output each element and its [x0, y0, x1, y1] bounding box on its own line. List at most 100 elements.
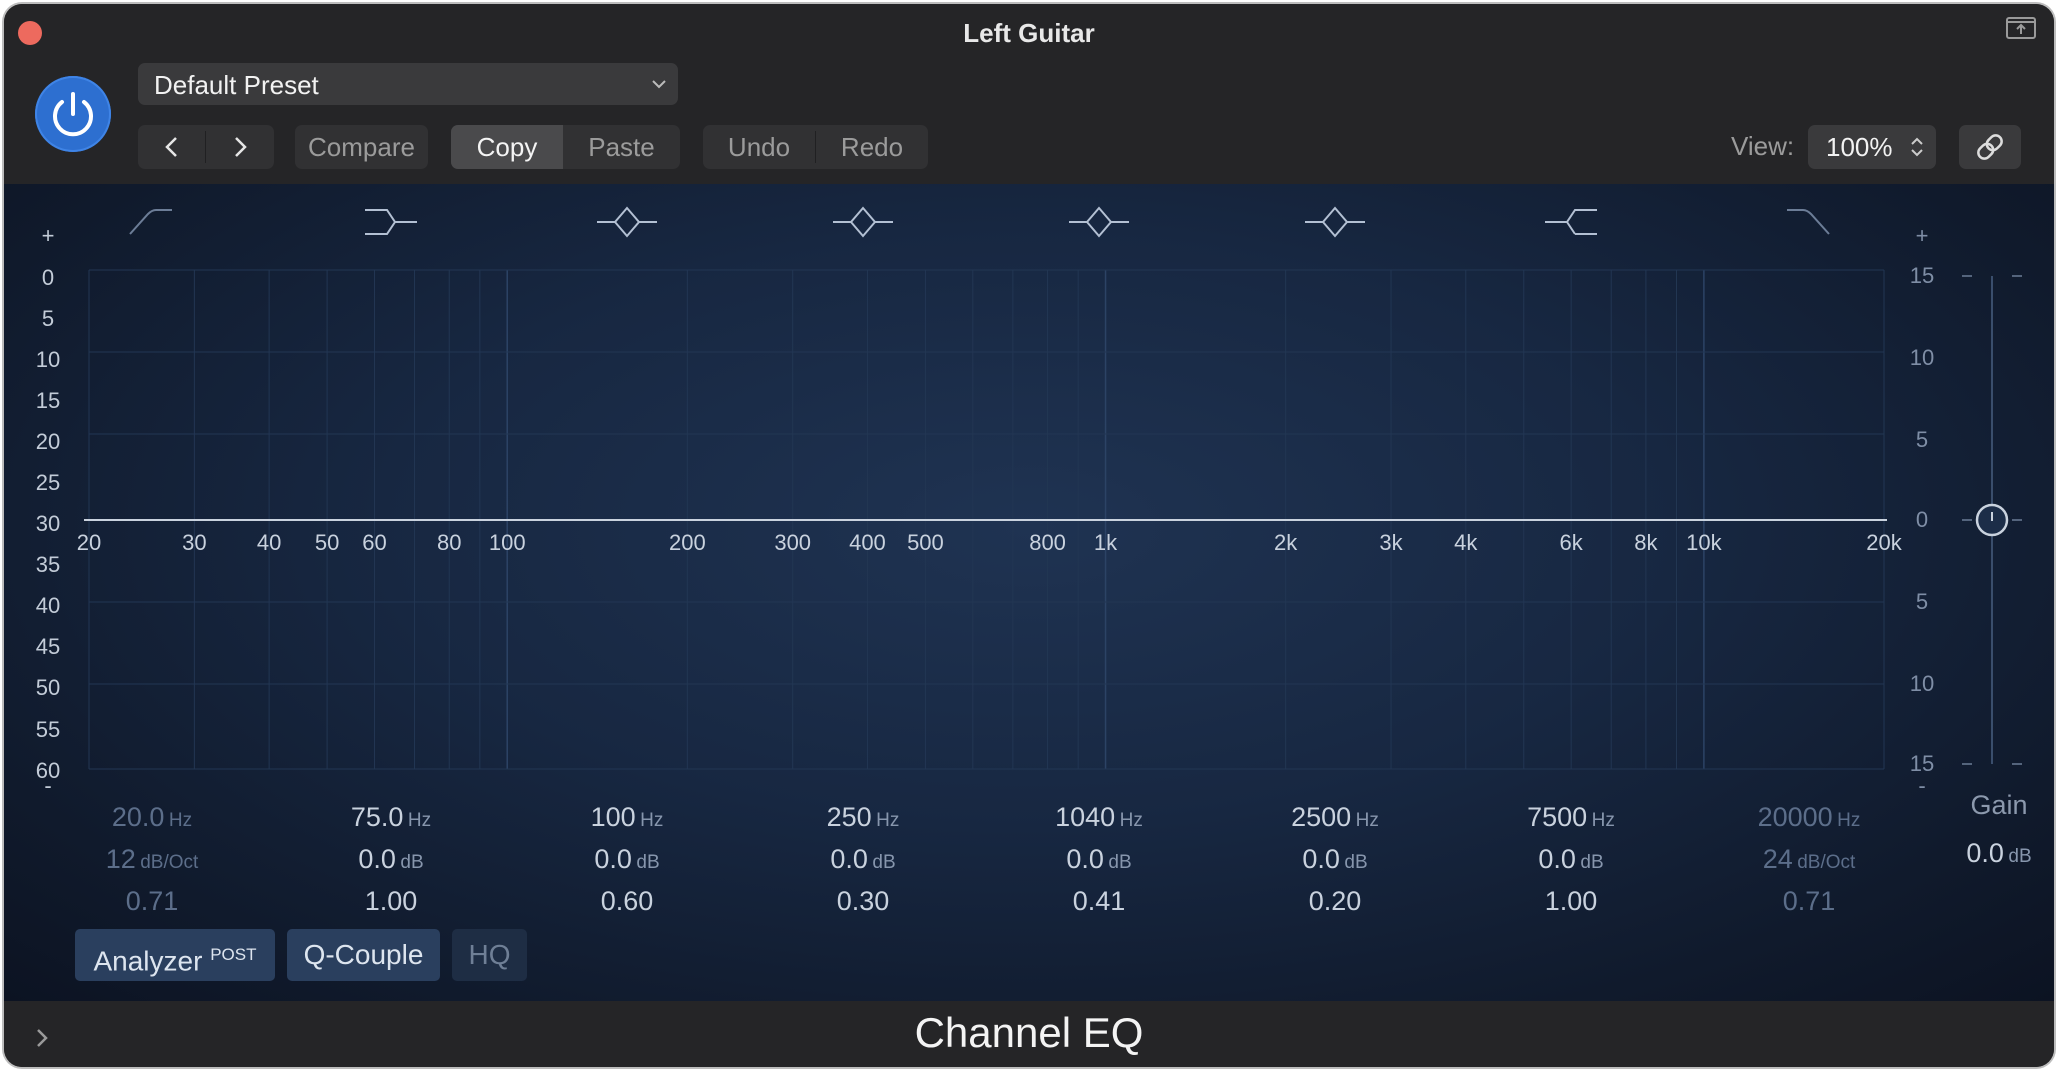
- frequency-label: 3k: [1379, 530, 1403, 555]
- band-gain[interactable]: 0.0 dB: [1461, 838, 1681, 880]
- band-icon-stroke: [833, 206, 893, 238]
- band-frequency-unit: Hz: [640, 810, 664, 831]
- gain-value-unit: dB: [2008, 846, 2032, 867]
- link-icon: [1977, 134, 2003, 160]
- band-gain[interactable]: 0.0 dB: [753, 838, 973, 880]
- prev-preset-button[interactable]: [138, 125, 205, 169]
- band-q[interactable]: 1.00: [1461, 880, 1681, 922]
- compare-button[interactable]: Compare: [295, 125, 428, 169]
- band-gain-value: 0.0: [830, 844, 868, 874]
- header: Left Guitar Default Preset Compare Copy …: [4, 4, 2054, 184]
- analyzer-mode-badge: POST: [210, 945, 257, 964]
- band-q[interactable]: 1.00: [281, 880, 501, 922]
- db-scale-label: 10: [35, 347, 61, 372]
- detach-window-icon[interactable]: [2006, 16, 2036, 40]
- compare-group: Compare: [295, 125, 428, 169]
- band-q[interactable]: 0.60: [517, 880, 737, 922]
- band-q[interactable]: 0.71: [42, 880, 262, 922]
- band-frequency-value: 20.0: [111, 802, 165, 832]
- bell-icon[interactable]: [1305, 206, 1365, 238]
- band-gain[interactable]: 0.0 dB: [1225, 838, 1445, 880]
- frequency-label: 100: [488, 530, 526, 555]
- next-preset-button[interactable]: [206, 125, 274, 169]
- frequency-label: 30: [182, 530, 207, 555]
- bell-icon[interactable]: [833, 206, 893, 238]
- chevron-left-icon: [165, 137, 177, 157]
- band-frequency[interactable]: 1040 Hz: [989, 796, 1209, 838]
- redo-button[interactable]: Redo: [816, 125, 928, 169]
- gain-scale-label[interactable]: +: [1897, 223, 1947, 249]
- bell-icon[interactable]: [597, 206, 657, 238]
- band-frequency-value: 1040: [1055, 802, 1116, 832]
- lowpass-icon[interactable]: [1787, 209, 1830, 235]
- frequency-label: 1k: [1093, 530, 1118, 555]
- band-icon-stroke: [597, 206, 657, 238]
- band-frequency[interactable]: 20000 Hz: [1699, 796, 1919, 838]
- band-5-parameters: 1040 Hz 0.0 dB 0.41: [989, 796, 1209, 922]
- view-zoom-stepper[interactable]: 100%: [1808, 125, 1936, 169]
- highpass-icon[interactable]: [129, 209, 172, 235]
- band-frequency[interactable]: 20.0 Hz: [42, 796, 262, 838]
- band-gain-value: 0.0: [358, 844, 396, 874]
- frequency-label: 60: [362, 530, 387, 555]
- band-frequency-unit: Hz: [1119, 810, 1143, 831]
- band-gain[interactable]: 24 dB/Oct: [1699, 838, 1919, 880]
- paste-button[interactable]: Paste: [563, 125, 680, 169]
- band-q-value: 0.41: [1072, 886, 1126, 916]
- analyzer-button[interactable]: Analyzer POST: [75, 929, 275, 981]
- db-scale-label: 40: [35, 593, 61, 618]
- band-q[interactable]: 0.20: [1225, 880, 1445, 922]
- band-q-value: 0.71: [1782, 886, 1836, 916]
- band-gain[interactable]: 12 dB/Oct: [42, 838, 262, 880]
- chevron-down-icon: [652, 80, 666, 89]
- lowshelf-icon[interactable]: [365, 209, 417, 235]
- band-icon-stroke: [129, 209, 172, 235]
- preset-nav-group: [138, 125, 274, 169]
- gain-value-number: 0.0: [1966, 838, 2004, 868]
- band-frequency[interactable]: 100 Hz: [517, 796, 737, 838]
- frequency-label: 20: [76, 530, 102, 555]
- band-icon-stroke: [365, 209, 417, 235]
- band-1-parameters: 20.0 Hz 12 dB/Oct 0.71: [42, 796, 262, 922]
- band-gain-unit: dB: [1580, 852, 1604, 873]
- band-frequency-value: 250: [826, 802, 872, 832]
- band-frequency[interactable]: 75.0 Hz: [281, 796, 501, 838]
- window-title: Left Guitar: [963, 18, 1095, 48]
- band-gain-value: 0.0: [1538, 844, 1576, 874]
- band-frequency[interactable]: 250 Hz: [753, 796, 973, 838]
- q-couple-button[interactable]: Q-Couple: [287, 929, 440, 981]
- preset-dropdown[interactable]: Default Preset: [138, 63, 678, 105]
- db-scale-label[interactable]: +: [18, 223, 78, 249]
- power-button[interactable]: [35, 76, 111, 152]
- band-q[interactable]: 0.30: [753, 880, 973, 922]
- hq-button[interactable]: HQ: [452, 929, 527, 981]
- band-frequency-value: 75.0: [350, 802, 404, 832]
- gain-value[interactable]: 0.0 dB: [1934, 838, 2054, 869]
- band-icon-stroke: [1069, 206, 1129, 238]
- band-gain-unit: dB: [1108, 852, 1132, 873]
- undo-button[interactable]: Undo: [703, 125, 815, 169]
- band-q[interactable]: 0.41: [989, 880, 1209, 922]
- band-frequency[interactable]: 2500 Hz: [1225, 796, 1445, 838]
- analyzer-label: Analyzer: [93, 945, 203, 977]
- copy-button[interactable]: Copy: [451, 125, 563, 169]
- band-frequency-unit: Hz: [1591, 810, 1615, 831]
- link-button[interactable]: [1959, 125, 2021, 169]
- db-scale-label: 50: [35, 675, 61, 700]
- band-gain[interactable]: 0.0 dB: [517, 838, 737, 880]
- db-scale-label: 55: [35, 717, 61, 742]
- band-frequency[interactable]: 7500 Hz: [1461, 796, 1681, 838]
- highshelf-icon[interactable]: [1545, 209, 1597, 235]
- band-gain[interactable]: 0.0 dB: [989, 838, 1209, 880]
- gain-scale-label: 15: [1909, 263, 1935, 288]
- band-q-value: 0.30: [836, 886, 890, 916]
- bell-icon[interactable]: [1069, 206, 1129, 238]
- band-q-value: 0.71: [125, 886, 179, 916]
- frequency-label: 10k: [1686, 530, 1722, 555]
- db-scale-label: 25: [35, 470, 61, 495]
- eq-display: +0 5 10 15 20 25 30 35 40 45 50 55 60- +15 10 5 0 5 10 15-…: [4, 184, 2054, 1001]
- frequency-label: 4k: [1454, 530, 1478, 555]
- band-3-parameters: 100 Hz 0.0 dB 0.60: [517, 796, 737, 922]
- band-gain[interactable]: 0.0 dB: [281, 838, 501, 880]
- band-q[interactable]: 0.71: [1699, 880, 1919, 922]
